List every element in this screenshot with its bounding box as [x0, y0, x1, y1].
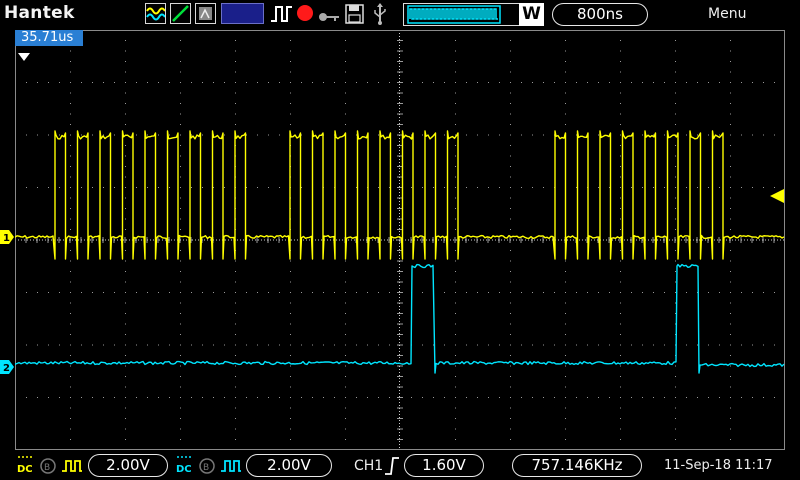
rising-edge-icon[interactable]: [384, 456, 400, 480]
svg-text:2: 2: [3, 363, 10, 374]
key-icon: [318, 8, 340, 27]
ch2-volts-div[interactable]: 2.00V: [246, 454, 332, 477]
ch2-ground-marker[interactable]: 2: [0, 359, 14, 374]
svg-text:DC: DC: [176, 464, 192, 475]
ch2-bandwidth-icon: B: [198, 457, 216, 479]
record-icon[interactable]: [297, 5, 313, 21]
trigger-position-marker: [18, 46, 30, 65]
menu-button[interactable]: Menu: [708, 6, 746, 22]
ch1-bandwidth-icon: B: [39, 457, 57, 479]
svg-text:DC: DC: [17, 464, 33, 475]
trigger-level[interactable]: 1.60V: [404, 454, 484, 477]
svg-text:1: 1: [3, 233, 10, 244]
datetime: 11-Sep-18 11:17: [664, 458, 773, 473]
waveform-icon[interactable]: [145, 3, 166, 24]
svg-text:B: B: [203, 463, 209, 473]
brand-logo: Hantek: [4, 3, 75, 23]
trigger-offset-label[interactable]: 35.71us: [15, 30, 83, 46]
cursor-line-icon[interactable]: [170, 3, 191, 24]
waveform-display[interactable]: [14, 29, 786, 451]
ch1-ground-marker[interactable]: 1: [0, 229, 14, 244]
trigger-level-marker[interactable]: [770, 188, 784, 207]
graticule: [14, 29, 786, 451]
ch1-coupling-icon[interactable]: DC: [16, 455, 34, 478]
run-stop-icon[interactable]: [270, 4, 294, 28]
persist-icon[interactable]: [195, 3, 216, 24]
ch2-probe-icon: [220, 457, 242, 479]
status-blank-box: [221, 3, 264, 24]
ch1-probe-icon: [61, 457, 83, 479]
timebase-value[interactable]: 800ns: [552, 3, 648, 26]
ch1-volts-div[interactable]: 2.00V: [88, 454, 168, 477]
svg-text:B: B: [44, 463, 50, 473]
top-toolbar: Hantek W 800ns Menu: [0, 0, 800, 30]
trigger-source[interactable]: CH1: [354, 458, 383, 474]
frequency-readout: 757.146KHz: [512, 454, 642, 477]
usb-icon: [372, 3, 388, 29]
bottom-status-bar: DC B 2.00V DC B 2.00V CH1 1.60V 757.146K…: [0, 451, 800, 480]
save-icon[interactable]: [345, 4, 364, 28]
ch2-coupling-icon[interactable]: DC: [175, 455, 193, 478]
window-zoom-indicator: W: [519, 3, 544, 26]
